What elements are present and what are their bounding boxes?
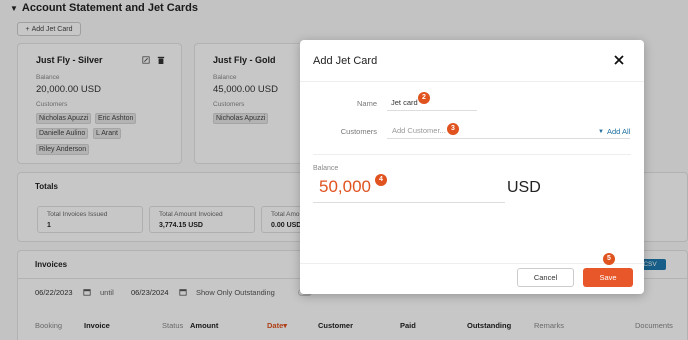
close-icon[interactable]	[613, 54, 625, 66]
caret-down-icon: ▼	[598, 128, 604, 135]
divider	[313, 154, 631, 155]
step-badge: 5	[603, 253, 615, 265]
divider	[300, 263, 644, 264]
step-badge: 2	[418, 92, 430, 104]
save-button[interactable]: Save	[583, 268, 633, 287]
add-customer-input[interactable]: Add Customer...	[392, 126, 446, 135]
add-jet-card-modal: Add Jet Card Name Jet card 2 Customers A…	[300, 40, 644, 294]
balance-input-underline	[313, 202, 505, 203]
name-input[interactable]: Jet card	[391, 98, 418, 107]
add-all-label: Add All	[606, 127, 631, 136]
name-input-underline	[387, 110, 477, 111]
divider	[300, 81, 644, 82]
customers-label: Customers	[340, 127, 377, 136]
balance-input[interactable]: 50,000	[319, 177, 371, 197]
customers-input-underline	[387, 138, 630, 139]
step-badge: 4	[375, 174, 387, 186]
currency-label: USD	[507, 179, 541, 196]
cancel-button[interactable]: Cancel	[517, 268, 574, 287]
modal-title: Add Jet Card	[313, 55, 378, 67]
name-label: Name	[356, 99, 377, 108]
balance-label: Balance	[313, 165, 339, 172]
step-badge: 3	[447, 123, 459, 135]
add-all-button[interactable]: ▼ Add All	[598, 127, 630, 136]
